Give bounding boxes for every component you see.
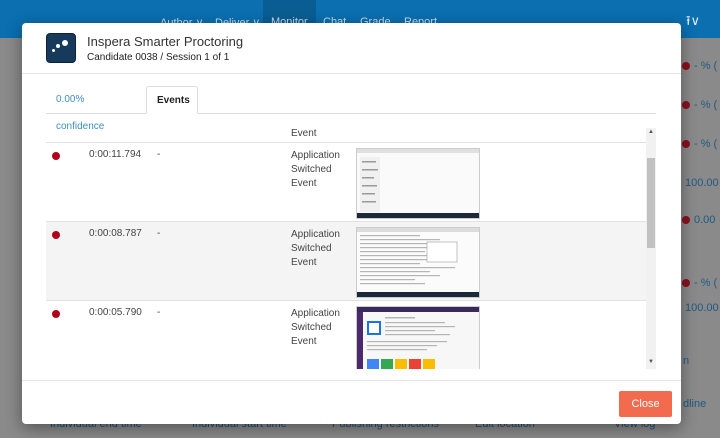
event-time: 0:00:08.787: [89, 228, 142, 239]
scroll-down-icon[interactable]: ▼: [646, 359, 656, 365]
close-button[interactable]: Close: [619, 391, 672, 417]
list-item-partial: Event: [46, 128, 646, 143]
bg-side-text: n: [683, 355, 690, 367]
event-row[interactable]: 0:00:11.794 - Application Switched Event: [46, 142, 646, 222]
event-row[interactable]: 0:00:05.790 - Application Switched Event: [46, 300, 646, 369]
event-detail: -: [157, 149, 161, 160]
bg-value-row: 100.00: [685, 302, 719, 314]
event-type: Application Switched Event: [291, 308, 340, 347]
tab-events[interactable]: Events: [146, 86, 198, 114]
tab-confidence[interactable]: 0.00% confidence: [46, 86, 144, 132]
events-list[interactable]: Event 0:00:11.794 - Application Switched…: [46, 128, 656, 369]
event-type: Event: [291, 128, 317, 139]
modal-title: Inspera Smarter Proctoring: [87, 34, 244, 49]
event-screenshot-thumbnail[interactable]: [356, 306, 480, 369]
event-status-dot: [52, 152, 60, 160]
proctoring-modal: Inspera Smarter Proctoring Candidate 003…: [22, 23, 681, 424]
events-scrollbar[interactable]: ▲ ▼: [646, 128, 656, 369]
event-detail: -: [157, 307, 161, 318]
modal-header: Inspera Smarter Proctoring Candidate 003…: [22, 23, 681, 74]
scrollbar-thumb[interactable]: [647, 158, 655, 248]
event-type: Application Switched Event: [291, 229, 340, 268]
modal-footer: [22, 380, 681, 425]
modal-tabs: 0.00% confidence Events: [46, 86, 656, 132]
event-time: 0:00:11.794: [89, 149, 142, 160]
upload-icon[interactable]: ⭱∨: [686, 12, 700, 34]
event-time: 0:00:05.790: [89, 307, 142, 318]
modal-subtitle: Candidate 0038 / Session 1 of 1: [87, 52, 230, 63]
bg-value-row: - % (: [682, 99, 720, 111]
scroll-up-icon[interactable]: ▲: [646, 129, 656, 135]
logo-icon: [46, 33, 76, 63]
event-screenshot-thumbnail[interactable]: [356, 148, 480, 219]
bg-value-row: - % (: [682, 60, 720, 72]
event-row[interactable]: 0:00:08.787 - Application Switched Event: [46, 221, 646, 301]
bg-value-row: 0.00: [682, 214, 720, 226]
event-type: Application Switched Event: [291, 150, 340, 189]
bg-value-row: 100.00: [685, 177, 719, 189]
bg-side-text: dline: [683, 398, 707, 410]
bg-value-row: - % (: [682, 138, 720, 150]
event-screenshot-thumbnail[interactable]: [356, 227, 480, 298]
bg-value-row: - % (: [682, 277, 720, 289]
event-status-dot: [52, 310, 60, 318]
event-detail: -: [157, 228, 161, 239]
event-status-dot: [52, 231, 60, 239]
